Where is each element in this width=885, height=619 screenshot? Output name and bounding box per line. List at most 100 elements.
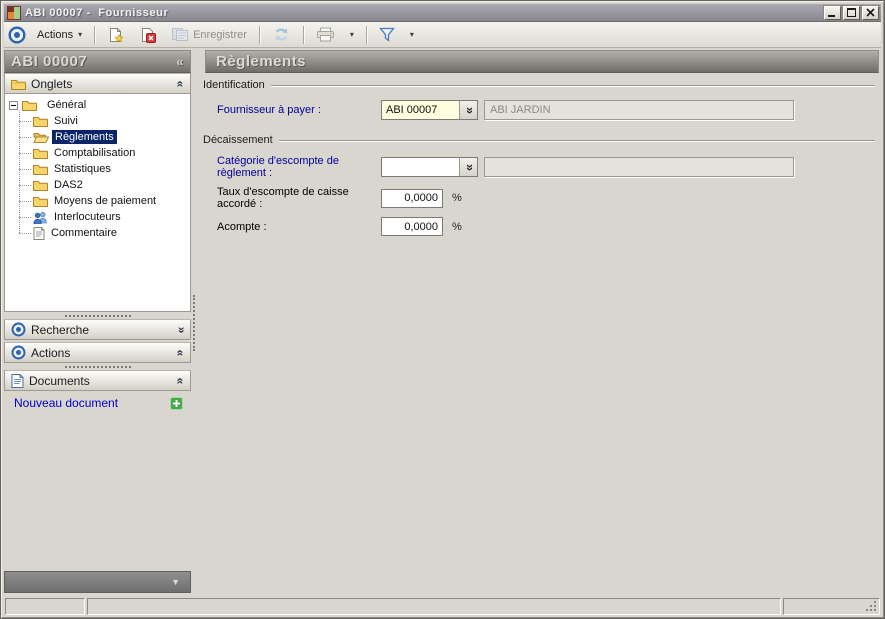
collapse-sidebar-icon[interactable]: « <box>176 55 184 68</box>
tree-node-label: Moyens de paiement <box>51 194 159 208</box>
print-dropdown-button[interactable]: ▾ <box>343 27 360 42</box>
delete-record-button[interactable] <box>133 24 163 46</box>
collapse-panel-icon[interactable]: « <box>175 80 187 87</box>
resize-grip[interactable] <box>866 601 878 613</box>
taux-escompte-label: Taux d'escompte de caisse accordé : <box>197 186 381 210</box>
panel-splitter[interactable] <box>4 363 191 370</box>
panel-header-recherche[interactable]: Recherche « <box>4 319 191 340</box>
tree-node-label: Règlements <box>52 130 117 144</box>
fournisseur-combobox[interactable]: ABI 00007 « <box>381 100 478 120</box>
sidebar-header: ABI 00007 « <box>4 50 191 73</box>
bullseye-icon <box>11 345 26 360</box>
fournisseur-display-field: ABI JARDIN <box>484 100 794 120</box>
tree-node-comptabilisation[interactable]: Comptabilisation <box>9 145 188 161</box>
filter-dropdown-icon: ▾ <box>410 30 414 39</box>
collapse-panel-icon[interactable]: « <box>175 377 187 384</box>
acompte-input[interactable] <box>381 217 443 236</box>
new-record-button[interactable] <box>101 24 131 46</box>
folder-open-icon <box>33 131 49 143</box>
close-icon <box>866 8 875 17</box>
folder-icon <box>33 179 48 191</box>
panel-header-onglets[interactable]: Onglets « <box>4 73 191 94</box>
close-button[interactable] <box>862 6 879 20</box>
panel-header-documents[interactable]: Documents « <box>4 370 191 391</box>
fournisseur-row: Fournisseur à payer : ABI 00007 « ABI JA… <box>197 100 879 120</box>
fournisseur-combo-button[interactable]: « <box>459 101 477 119</box>
bullseye-icon <box>11 322 26 337</box>
panel-actions-label: Actions <box>31 346 70 360</box>
tree-node-commentaire[interactable]: Commentaire <box>9 225 188 241</box>
page-title: Règlements <box>216 53 306 70</box>
minimize-button[interactable] <box>824 6 841 20</box>
panel-recherche-label: Recherche <box>31 323 89 337</box>
tree-expander-icon[interactable] <box>9 101 18 110</box>
refresh-button[interactable] <box>266 23 297 46</box>
tree-node-label: Commentaire <box>48 226 120 240</box>
categorie-escompte-row: Catégorie d'escompte de règlement : « <box>197 155 879 179</box>
sidebar: ABI 00007 « Onglets « Général <box>4 48 191 597</box>
tree-node-suivi[interactable]: Suivi <box>9 113 188 129</box>
categorie-combo-button[interactable]: « <box>459 158 477 176</box>
save-icon <box>171 27 189 42</box>
navpane-options-bar[interactable]: ▼ <box>4 571 191 593</box>
panel-onglets-label: Onglets <box>31 77 72 91</box>
save-button[interactable]: Enregistrer <box>165 24 253 45</box>
tree-node-statistiques[interactable]: Statistiques <box>9 161 188 177</box>
expand-panel-icon[interactable]: « <box>175 326 187 333</box>
panel-splitter[interactable] <box>4 312 191 319</box>
taux-escompte-row: Taux d'escompte de caisse accordé : % <box>197 186 879 210</box>
tree-node-interlocuteurs[interactable]: Interlocuteurs <box>9 209 188 225</box>
app-window: ABI 00007 - Fournisseur Actions ▾ Enregi… <box>0 0 885 619</box>
categorie-escompte-combobox[interactable]: « <box>381 157 478 177</box>
page-title-bar: Règlements <box>205 50 879 73</box>
taux-escompte-input[interactable] <box>381 189 443 208</box>
taux-escompte-unit: % <box>452 192 462 204</box>
group-decaissement-label: Décaissement <box>203 134 273 146</box>
tree-node-reglements[interactable]: Règlements <box>9 129 188 145</box>
combo-dropdown-icon: « <box>462 163 475 170</box>
status-cell-center <box>87 598 781 615</box>
note-icon <box>33 227 45 240</box>
tree-node-moyens-de-paiement[interactable]: Moyens de paiement <box>9 193 188 209</box>
add-document-icon[interactable] <box>170 397 183 410</box>
status-cell-right <box>783 598 880 615</box>
folder-icon <box>33 163 48 175</box>
toolbar-separator <box>259 26 260 44</box>
new-document-link[interactable]: Nouveau document <box>14 396 170 410</box>
app-icon <box>7 6 21 20</box>
panel-documents-label: Documents <box>29 374 90 388</box>
status-cell-left <box>5 598 85 615</box>
acompte-row: Acompte : % <box>197 217 879 236</box>
tree-node-das2[interactable]: DAS2 <box>9 177 188 193</box>
actions-menu-button[interactable]: Actions ▾ <box>31 26 88 44</box>
panel-header-actions[interactable]: Actions « <box>4 342 191 363</box>
new-document-icon <box>107 27 125 43</box>
tabs-tree: Général Suivi Règlements <box>4 94 191 312</box>
printer-icon <box>316 27 335 42</box>
group-identification-label: Identification <box>203 79 265 91</box>
print-dropdown-icon: ▾ <box>350 30 354 39</box>
sidebar-header-title: ABI 00007 <box>11 53 87 70</box>
categorie-escompte-display-field <box>484 157 794 177</box>
minimize-icon <box>828 8 837 17</box>
toolbar-separator <box>303 26 304 44</box>
titlebar[interactable]: ABI 00007 - Fournisseur <box>4 4 881 22</box>
collapse-panel-icon[interactable]: « <box>175 349 187 356</box>
categorie-escompte-label: Catégorie d'escompte de règlement : <box>197 155 381 179</box>
tree-node-label: Général <box>44 98 89 112</box>
filter-button[interactable] <box>373 24 401 45</box>
actions-menu-label: Actions <box>37 29 73 41</box>
folder-icon <box>22 99 37 111</box>
print-button[interactable] <box>310 24 341 45</box>
maximize-button[interactable] <box>843 6 860 20</box>
acompte-label: Acompte : <box>197 221 381 233</box>
toolbar-separator <box>94 26 95 44</box>
tree-node-general[interactable]: Général <box>9 97 188 113</box>
fournisseur-value: ABI 00007 <box>382 101 459 119</box>
filter-icon <box>379 27 395 42</box>
group-decaissement: Décaissement <box>203 134 875 146</box>
status-bar <box>4 597 881 615</box>
filter-dropdown-button[interactable]: ▾ <box>403 27 420 42</box>
people-icon <box>33 211 48 224</box>
tree-node-label: Comptabilisation <box>51 146 138 160</box>
